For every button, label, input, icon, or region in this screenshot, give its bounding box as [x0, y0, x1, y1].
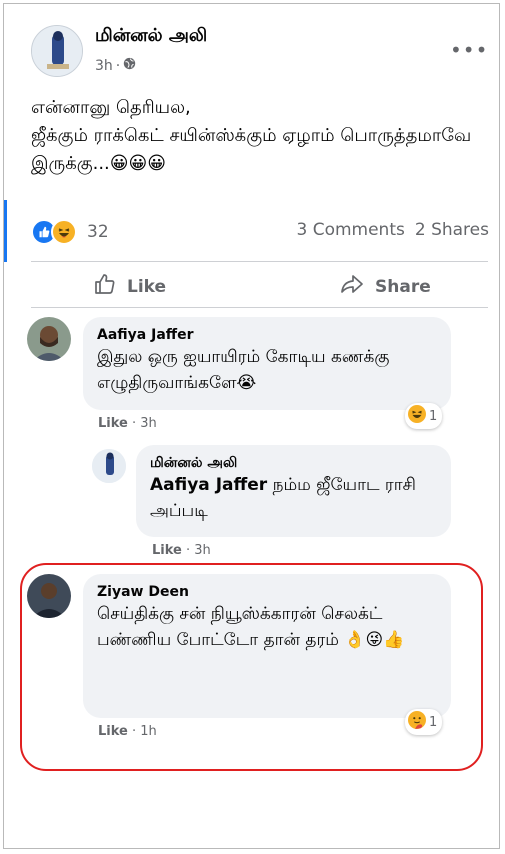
haha-reaction-icon	[408, 405, 426, 427]
author-avatar[interactable]	[31, 25, 83, 77]
comment-reaction-badge[interactable]: 1	[405, 403, 443, 429]
mentioned-user[interactable]: Aafiya Jaffer	[150, 475, 267, 495]
comment-like-link[interactable]: Like	[152, 543, 182, 558]
post-text: என்னானு தெரியல, ஜீக்கும் ராக்கெட் சயின்ஸ…	[31, 97, 472, 174]
like-label: Like	[127, 276, 167, 297]
highlight-annotation	[20, 563, 483, 771]
share-label: Share	[375, 276, 431, 297]
thumbs-up-icon	[93, 272, 117, 301]
comment-text: இதுல ஒரு ஐயாயிரம் கோடிய கணக்கு எழுதிருவா…	[97, 347, 390, 393]
focus-indicator	[4, 200, 7, 262]
comment-actions: Like · 3h	[152, 543, 211, 558]
comment-actions: Like · 3h	[98, 416, 157, 431]
comment-time[interactable]: 3h	[194, 543, 211, 558]
comment-text: Aafiya Jaffer நம்ம ஜீயோட ராசி அப்படி	[150, 472, 437, 524]
globe-icon	[123, 57, 136, 74]
post-time[interactable]: 3h	[95, 58, 113, 74]
meta-separator: ·	[115, 57, 121, 74]
like-button[interactable]: Like	[93, 272, 166, 301]
shares-count[interactable]: 2 Shares	[415, 220, 489, 240]
comment-bubble: Aafiya Jaffer இதுல ஒரு ஐயாயிரம் கோடிய கண…	[83, 317, 451, 410]
post-author-name[interactable]: மின்னல் அலி	[95, 25, 207, 48]
engagement-counts: 3 Comments 2 Shares	[296, 220, 489, 240]
reply-bubble: மின்னல் அலி Aafiya Jaffer நம்ம ஜீயோட ராச…	[136, 445, 451, 537]
reaction-count: 32	[87, 222, 109, 242]
commenter-avatar[interactable]	[92, 449, 126, 483]
comment-author[interactable]: Aafiya Jaffer	[97, 326, 437, 344]
comment-reaction-count: 1	[429, 408, 438, 424]
comment-author[interactable]: மின்னல் அலி	[150, 454, 437, 472]
commenter-avatar[interactable]	[27, 317, 71, 361]
more-options-icon[interactable]: •••	[450, 40, 488, 60]
share-arrow-icon	[339, 272, 365, 301]
comment-like-link[interactable]: Like	[98, 416, 128, 431]
divider	[31, 307, 488, 308]
share-button[interactable]: Share	[339, 272, 431, 301]
comment-time[interactable]: 3h	[140, 416, 157, 431]
post-meta: 3h ·	[95, 57, 136, 74]
reaction-summary[interactable]: 32	[31, 219, 109, 245]
comments-count[interactable]: 3 Comments	[296, 220, 404, 240]
haha-reaction-icon	[51, 219, 77, 245]
divider	[31, 261, 488, 262]
